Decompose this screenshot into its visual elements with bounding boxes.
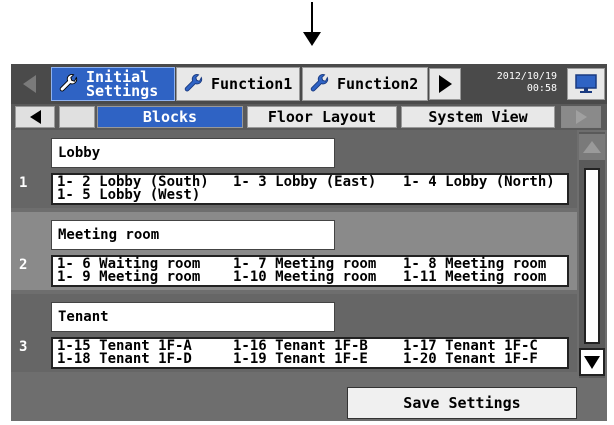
time-text: 00:58 (526, 83, 557, 94)
tab-floor-layout[interactable]: Floor Layout (247, 106, 397, 128)
scroll-up-button[interactable] (579, 134, 605, 160)
clock-display: 2012/10/19 00:58 (463, 68, 563, 100)
scroll-down-button[interactable] (579, 348, 605, 376)
group-item: 1- 5 Lobby (West) (57, 187, 201, 203)
tab-function2[interactable]: Function2 (302, 67, 428, 101)
tab-blocks-label: Blocks (142, 108, 198, 126)
tab-function1-label: Function1 (211, 75, 293, 93)
back-arrow-button[interactable] (13, 68, 45, 100)
tab-floor-layout-label: Floor Layout (267, 108, 377, 126)
sub-tab-spacer (59, 106, 95, 128)
up-arrow-icon (583, 141, 601, 153)
group-item: 1-20 Tenant 1F-F (403, 351, 538, 367)
tab-blocks[interactable]: Blocks (97, 106, 243, 128)
scroll-thumb[interactable] (584, 168, 600, 344)
block-number: 1 (19, 175, 28, 191)
left-arrow-icon (22, 75, 36, 93)
tab-system-view-label: System View (428, 108, 528, 126)
block-groups-field[interactable]: 1- 6 Waiting room 1- 7 Meeting room 1- 8… (51, 255, 569, 287)
date-text: 2012/10/19 (496, 71, 557, 82)
wrench-icon (310, 74, 329, 92)
save-settings-button[interactable]: Save Settings (347, 387, 577, 419)
block-name-field[interactable]: Tenant (51, 302, 335, 332)
sub-back-button[interactable] (15, 106, 55, 128)
block-name-field[interactable]: Lobby (51, 138, 335, 168)
tab-system-view[interactable]: System View (401, 106, 555, 128)
controller-screen: Initial Settings Function1 Function2 201… (11, 64, 607, 421)
sub-forward-button[interactable] (561, 106, 601, 128)
down-arrow-icon (584, 355, 600, 369)
group-item: 1- 4 Lobby (North) (403, 174, 555, 190)
tab-initial-settings[interactable]: Initial Settings (51, 67, 175, 101)
forward-arrow-button[interactable] (429, 68, 461, 100)
arrow-shaft (311, 2, 313, 34)
group-item: 1- 9 Meeting room (57, 269, 201, 285)
block-number: 2 (19, 257, 28, 273)
sub-navigation-bar: Blocks Floor Layout System View (11, 104, 607, 130)
monitor-icon (575, 74, 597, 93)
group-item: 1- 3 Lobby (East) (233, 174, 377, 190)
block-groups-field[interactable]: 1- 2 Lobby (South) 1- 3 Lobby (East) 1- … (51, 173, 569, 205)
wrench-icon (59, 74, 78, 92)
block-number: 3 (19, 339, 28, 355)
left-arrow-icon (29, 110, 41, 124)
block-row: 1 Lobby 1- 2 Lobby (South) 1- 3 Lobby (E… (11, 130, 577, 208)
group-item: 1-11 Meeting room (403, 269, 547, 285)
block-groups-field[interactable]: 1-15 Tenant 1F-A 1-16 Tenant 1F-B 1-17 T… (51, 337, 569, 369)
wrench-icon (184, 74, 203, 92)
arrow-head (303, 32, 321, 46)
tab-function1[interactable]: Function1 (176, 67, 300, 101)
group-item: 1-19 Tenant 1F-E (233, 351, 368, 367)
monitor-button[interactable] (567, 68, 605, 100)
block-name-field[interactable]: Meeting room (51, 220, 335, 250)
scrollbar[interactable] (579, 132, 605, 378)
group-item: 1-18 Tenant 1F-D (57, 351, 192, 367)
tab-initial-settings-line2: Settings (86, 82, 159, 100)
right-arrow-icon (438, 75, 452, 93)
tab-function2-label: Function2 (337, 75, 419, 93)
block-row: 3 Tenant 1-15 Tenant 1F-A 1-16 Tenant 1F… (11, 294, 577, 372)
down-arrow-indicator (300, 2, 324, 48)
group-item: 1-10 Meeting room (233, 269, 377, 285)
top-bar: Initial Settings Function1 Function2 201… (11, 64, 607, 104)
right-arrow-icon (575, 110, 587, 124)
bottom-bar: Save Settings (11, 378, 607, 421)
block-row: 2 Meeting room 1- 6 Waiting room 1- 7 Me… (11, 212, 577, 290)
